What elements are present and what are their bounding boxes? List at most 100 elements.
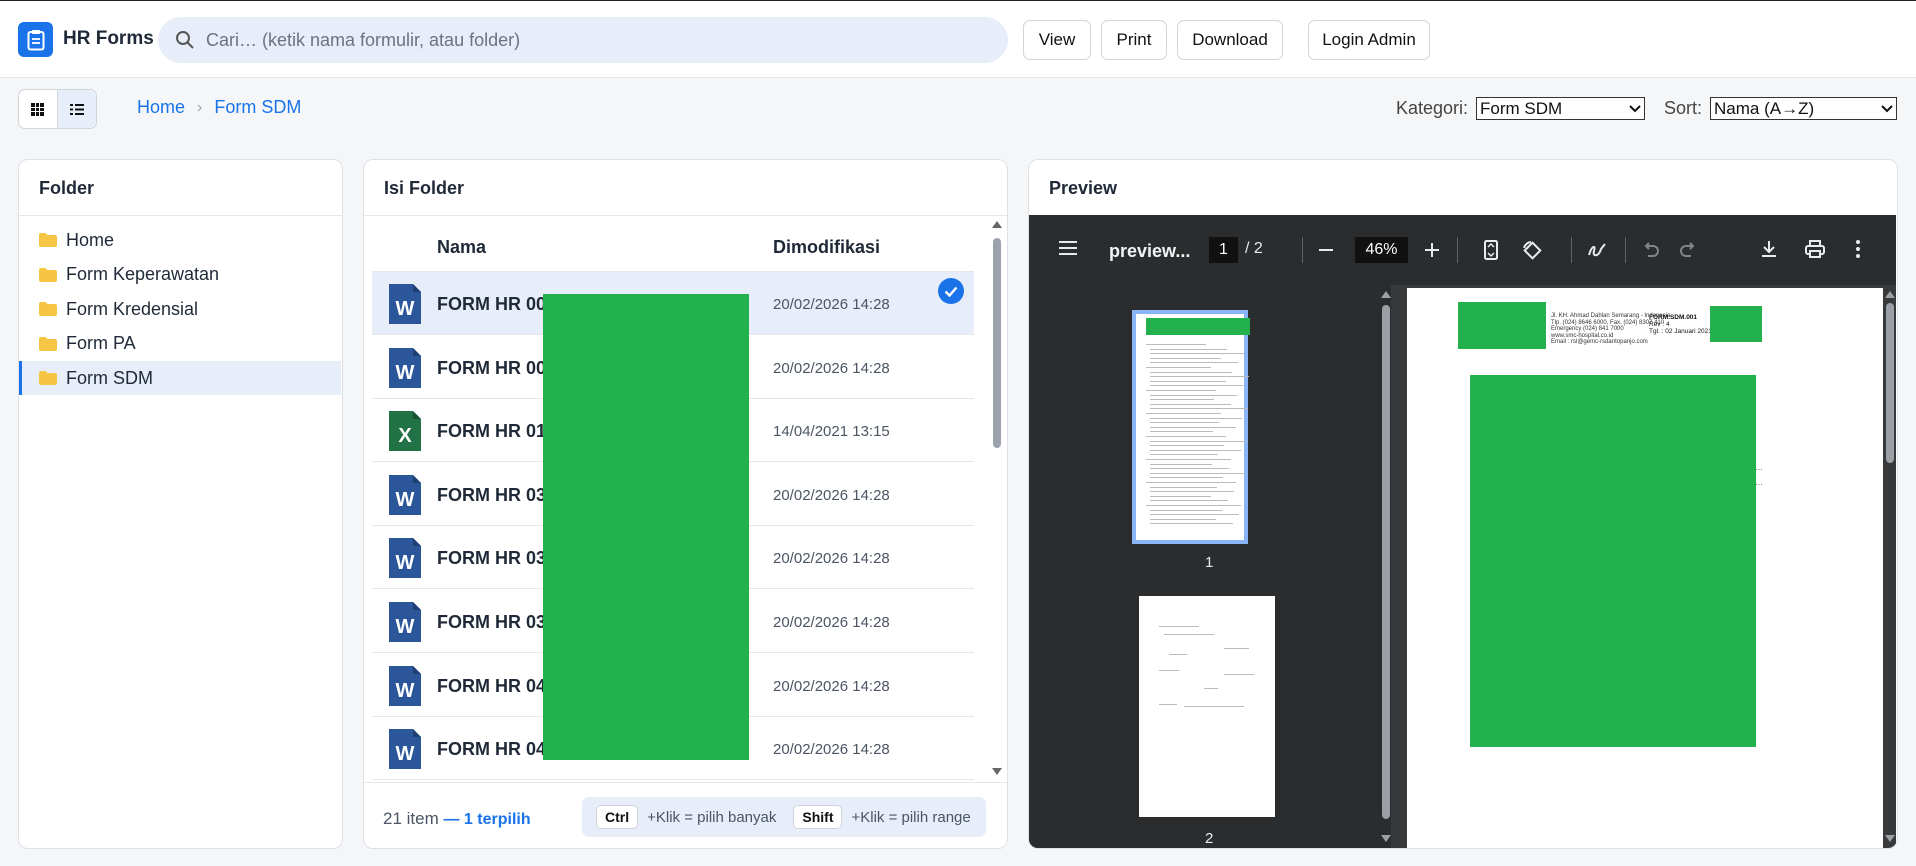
redacted-region [543,294,749,760]
scroll-thumb[interactable] [993,238,1001,448]
svg-text:W: W [396,552,415,574]
zoom-in-icon[interactable] [1425,243,1439,257]
file-name: FORM HR 037 [437,612,557,632]
grid-view-button[interactable] [19,90,58,128]
file-modified-date: 20/02/2026 14:28 [773,359,890,377]
page-total: / 2 [1245,240,1263,257]
folder-icon [39,336,57,351]
pdf-viewer: preview... 1 / 2 46% 1 2 Jl. KH. Ahmad D… [1029,215,1896,848]
print-icon[interactable] [1805,240,1825,258]
folder-item[interactable]: Home [19,223,341,257]
word-file-icon: W [389,729,421,774]
list-view-button[interactable] [57,90,96,128]
download-icon[interactable] [1761,240,1777,258]
file-modified-date: 20/02/2026 14:28 [773,614,890,631]
selection-hint: Ctrl +Klik = pilih banyak Shift +Klik = … [582,797,986,837]
sort-select[interactable]: Nama (A→Z) [1710,97,1897,120]
menu-icon[interactable] [1059,241,1077,255]
page-number-input[interactable]: 1 [1209,237,1238,263]
contents-panel-title: Isi Folder [384,178,465,198]
fit-page-icon[interactable] [1484,240,1498,260]
print-button[interactable]: Print [1101,20,1167,60]
toolbar-divider [1457,237,1458,263]
ctrl-key-badge: Ctrl [596,805,639,829]
thumbnail-scrollbar[interactable] [1381,291,1391,846]
scroll-down-icon [992,768,1002,775]
file-modified-date: 20/02/2026 14:28 [773,550,890,568]
document-form-code-block: FORM.SDM.001 Rev : 4 Tgl. : 02 Januari 2… [1649,314,1712,335]
svg-text:W: W [396,362,415,384]
word-file-icon: W [389,474,421,520]
zoom-out-icon[interactable] [1319,249,1333,251]
redacted-region [1146,318,1250,335]
breadcrumb: Home › Form SDM [137,97,301,118]
file-modified-date: 20/02/2026 14:28 [773,296,890,313]
top-bar: HR Forms View Print Download Login Admin [0,0,1916,78]
page-scrollbar[interactable] [1885,291,1895,846]
undo-icon[interactable] [1641,242,1659,258]
chevron-down-icon [1881,104,1893,112]
toolbar-divider [1302,237,1303,263]
folder-item[interactable]: Form SDM [19,361,341,395]
page-thumbnail-2[interactable] [1139,596,1275,817]
list-scrollbar[interactable] [991,220,1003,780]
file-name: FORM HR 001 [437,294,557,314]
zoom-level-input[interactable]: 46% [1355,237,1408,263]
form-code: FORM.SDM.001 [1649,314,1698,321]
list-header: Nama Dimodifikasi [372,216,974,272]
column-header-modified[interactable]: Dimodifikasi [773,237,880,258]
file-modified-date: 20/02/2026 14:28 [773,741,890,759]
scroll-up-icon [1885,291,1895,298]
scroll-thumb[interactable] [1382,305,1390,819]
kategori-selected-value: Form SDM [1480,98,1563,118]
breadcrumb-separator-icon: › [197,98,203,116]
scroll-up-icon [992,221,1002,228]
search-bar[interactable] [158,17,1008,63]
contents-panel: Isi Folder Nama Dimodifikasi W FORM HR 00… [363,159,1008,849]
address-line: Email : rsl@gemc-rsdantopanjo.com [1551,339,1648,345]
svg-text:W: W [396,489,415,511]
folder-item[interactable]: Form PA [19,327,341,361]
svg-text:W: W [396,616,415,638]
download-button[interactable]: Download [1177,20,1283,60]
sort-label: Sort: [1664,98,1703,118]
folder-item-label: Home [66,229,115,250]
folder-item[interactable]: Form Kredensial [19,292,341,326]
scroll-thumb[interactable] [1886,303,1894,463]
kategori-select[interactable]: Form SDM [1476,97,1645,120]
clipboard-icon [27,29,44,50]
annotate-icon[interactable] [1587,241,1607,259]
view-mode-toggle [18,89,97,129]
rotate-icon[interactable] [1521,240,1543,260]
folder-item-label: Form PA [66,333,136,353]
redo-icon[interactable] [1680,242,1698,258]
form-date: Tgl. : 02 Januari 2021 [1649,328,1712,335]
page-thumbnail-1[interactable] [1132,310,1250,544]
selected-check-icon [938,278,964,304]
redacted-region [1710,306,1762,342]
folder-item-label: Form Keperawatan [66,264,220,284]
column-header-name[interactable]: Nama [437,237,486,258]
search-input[interactable] [206,17,996,63]
file-modified-date: 20/02/2026 14:28 [773,486,890,504]
form-revision: Rev : 4 [1649,321,1670,328]
app-title: HR Forms [63,28,154,49]
file-modified-date: 14/04/2021 13:15 [773,423,890,441]
login-admin-button[interactable]: Login Admin [1308,20,1430,60]
more-options-icon[interactable] [1856,240,1860,258]
preview-panel: Preview preview... 1 / 2 46% 1 2 Jl. KH.… [1028,159,1898,849]
pdf-toolbar: preview... 1 / 2 46% [1029,215,1896,285]
sort-selected-value: Nama (A→Z) [1714,98,1815,118]
view-button[interactable]: View [1023,20,1091,60]
pdf-file-title: preview... [1109,241,1191,261]
folder-item[interactable]: Form Keperawatan [19,258,341,292]
svg-text:W: W [396,298,415,320]
redacted-region [1458,302,1546,349]
breadcrumb-home[interactable]: Home [137,97,185,118]
breadcrumb-current[interactable]: Form SDM [214,97,301,118]
preview-panel-title: Preview [1049,178,1118,198]
folder-icon [39,233,57,247]
thumbnail-label-2: 2 [1205,830,1214,847]
folder-icon [39,371,57,385]
word-file-icon: W [389,347,421,393]
